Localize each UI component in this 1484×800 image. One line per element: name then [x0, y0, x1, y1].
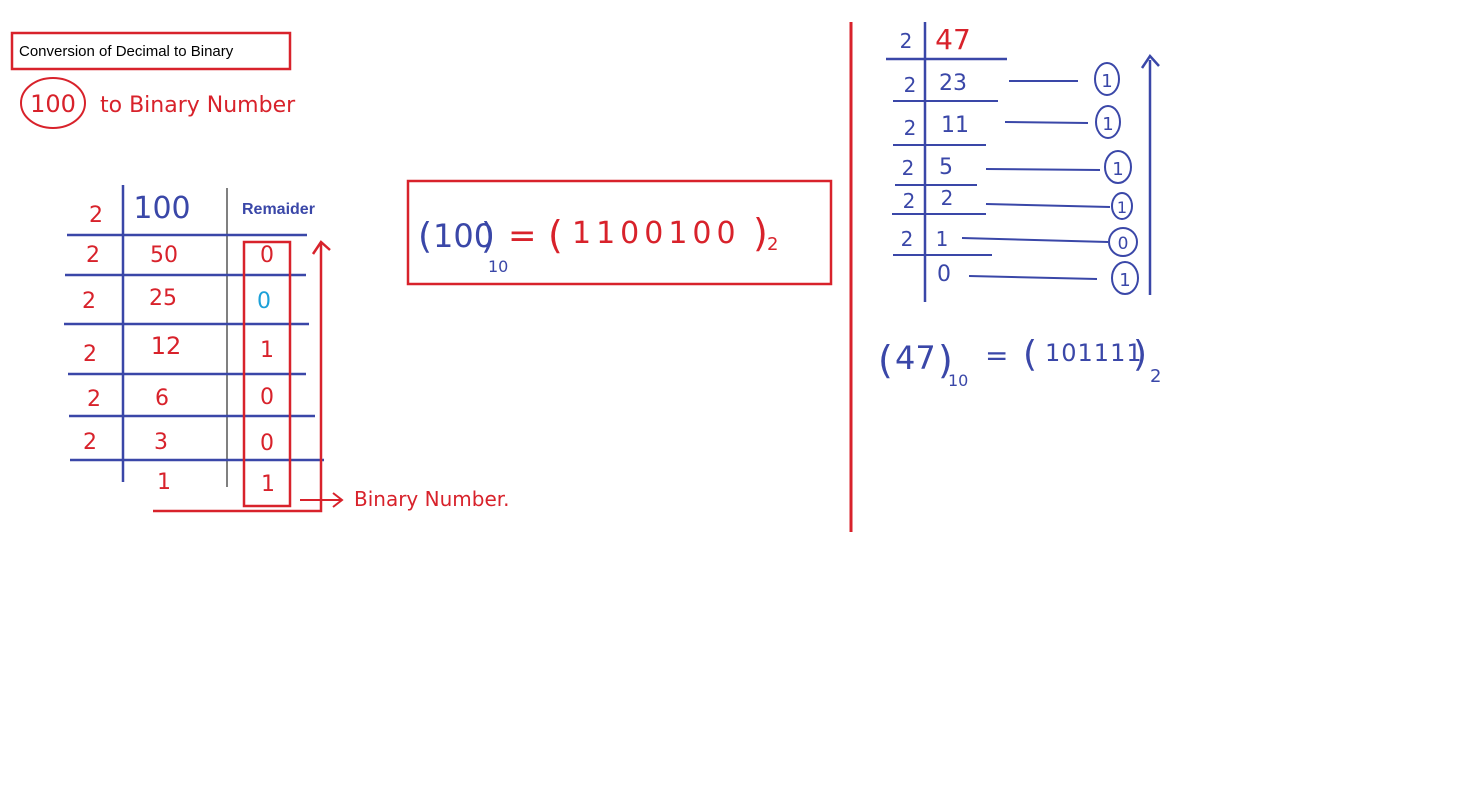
row-divisor: 2 [903, 189, 916, 213]
row-divisor: 2 [82, 289, 96, 314]
connector-line [985, 168, 1101, 171]
remainder-header: Remaider [242, 201, 315, 218]
row-divisor: 2 [87, 387, 101, 412]
row-quotient: 11 [941, 113, 969, 138]
row-divisor: 2 [902, 156, 915, 180]
equals-sign: = [985, 339, 1008, 372]
close-paren: ) [753, 211, 768, 255]
close-paren: ) [481, 216, 495, 257]
binary-number-label: Binary Number. [354, 487, 510, 511]
table-100-divisor-header: 2 [89, 203, 103, 228]
row-divisor: 2 [83, 430, 97, 455]
table-47-start-number: 47 [935, 23, 971, 56]
row-quotient: 25 [149, 286, 177, 311]
result-binary: 1100100 [572, 216, 741, 251]
open-paren: ( [878, 338, 893, 382]
result-binary-base: 2 [767, 234, 778, 255]
table-row: 2 2 1 [903, 186, 1127, 217]
row-quotient: 3 [154, 430, 168, 455]
division-table-47: 2 47 2 23 1 2 11 1 2 5 1 2 2 1 2 1 0 0 1 [886, 22, 1160, 302]
table-row: 2 5 1 [902, 155, 1124, 180]
row-remainder: 1 [260, 338, 274, 363]
table-row: 2 23 1 [904, 71, 1113, 97]
row-quotient: 23 [939, 71, 967, 96]
open-paren: ( [1023, 334, 1037, 375]
row-remainder: 0 [260, 431, 274, 456]
result-decimal-base: 10 [488, 257, 508, 276]
page-title: Conversion of Decimal to Binary [19, 43, 234, 60]
row-remainder: 1 [1117, 198, 1127, 217]
row-quotient: 5 [939, 155, 953, 180]
row-remainder: 1 [1119, 270, 1130, 291]
table-row: 2 3 0 [83, 430, 274, 456]
heading: 100 to Binary Number [20, 77, 296, 129]
close-paren: ) [1133, 334, 1147, 375]
connector-line [1004, 121, 1089, 124]
table-47-divisor-header: 2 [900, 29, 913, 53]
equals-sign: = [508, 216, 537, 256]
row-divisor: 2 [83, 342, 97, 367]
row-divisor: 2 [86, 243, 100, 268]
row-quotient: 50 [150, 243, 178, 268]
row-remainder: 1 [1112, 159, 1123, 180]
row-remainder: 1 [261, 472, 275, 497]
open-paren: ( [418, 216, 432, 257]
connector-line [968, 275, 1098, 280]
row-quotient: 6 [155, 386, 169, 411]
table-100-start-number: 100 [133, 191, 190, 226]
row-remainder: 0 [260, 243, 274, 268]
table-row: 2 11 1 [904, 113, 1114, 140]
result-binary: 101111 [1045, 339, 1143, 367]
result-decimal-base: 10 [948, 371, 968, 390]
result-47: ( 47 ) 10 = ( 101111 ) 2 [878, 334, 1161, 390]
connector-line [985, 203, 1111, 208]
row-quotient: 1 [157, 470, 171, 495]
row-quotient: 12 [151, 332, 182, 360]
row-remainder: 1 [1101, 71, 1112, 92]
row-divisor: 2 [901, 227, 914, 251]
result-decimal: 47 [895, 339, 936, 377]
table-row: 2 1 0 [901, 227, 1129, 254]
row-remainder: 1 [1102, 114, 1113, 135]
table-row: 2 6 0 [87, 385, 274, 412]
table-row: 2 25 0 [82, 286, 271, 314]
row-divisor: 2 [904, 73, 917, 97]
whiteboard-canvas: Conversion of Decimal to Binary 100 to B… [10, 22, 1161, 532]
table-row: 0 1 [937, 262, 1131, 291]
row-remainder: 0 [260, 385, 274, 410]
reading-direction-arrow [153, 244, 323, 513]
row-quotient: 2 [941, 186, 954, 210]
title-box: Conversion of Decimal to Binary [10, 31, 292, 71]
heading-number: 100 [30, 90, 76, 118]
row-divisor: 2 [904, 116, 917, 140]
row-remainder: 0 [1118, 234, 1129, 254]
table-row: 1 1 [157, 470, 275, 497]
result-binary-base: 2 [1150, 366, 1161, 387]
heading-text: to Binary Number [100, 93, 296, 118]
row-quotient: 0 [937, 262, 951, 287]
table-row: 2 50 0 [86, 243, 274, 268]
connector-line [961, 237, 1109, 243]
open-paren: ( [548, 213, 563, 257]
row-remainder: 0 [257, 289, 271, 314]
row-quotient: 1 [936, 227, 949, 251]
result-box-100: ( 100 ) 10 = ( 1100100 ) 2 [406, 179, 833, 286]
table-row: 2 12 1 [83, 332, 274, 367]
